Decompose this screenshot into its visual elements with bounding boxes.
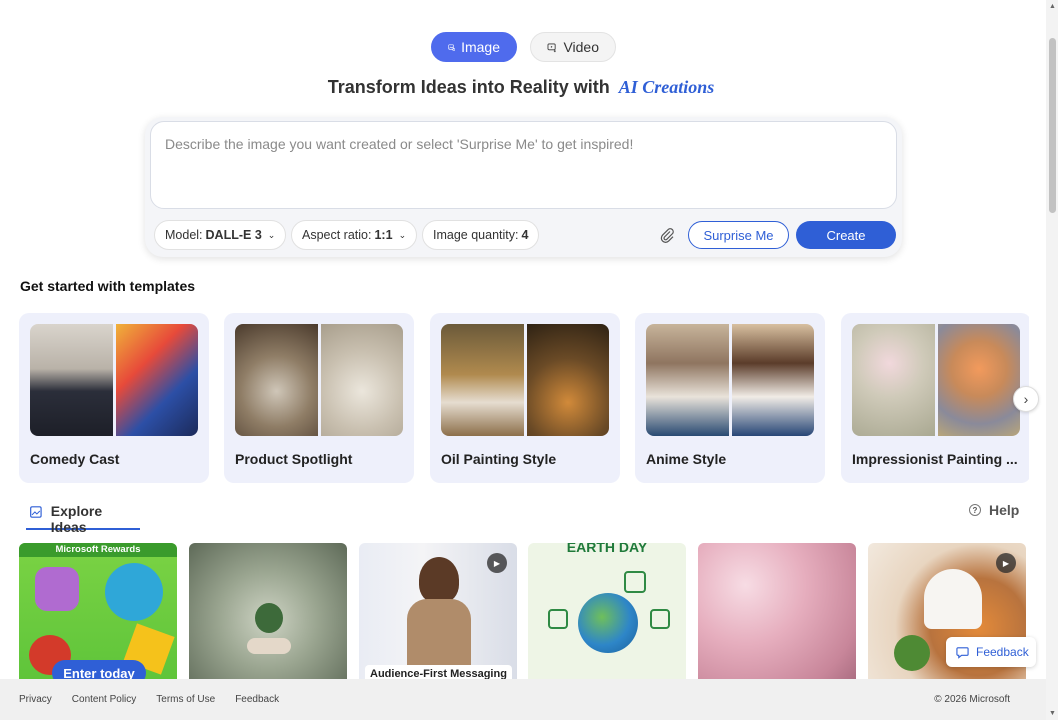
idea-caption: EARTH DAY bbox=[566, 543, 648, 555]
templates-title: Get started with templates bbox=[20, 278, 196, 294]
question-icon: ? bbox=[969, 504, 981, 516]
idea-card-audience-messaging[interactable]: ▶ Audience-First Messaging bbox=[359, 543, 517, 679]
idea-card-tree-hands[interactable] bbox=[189, 543, 347, 679]
template-preview bbox=[852, 324, 1020, 436]
feedback-button[interactable]: Feedback bbox=[946, 637, 1036, 667]
chevron-right-icon: › bbox=[1023, 391, 1029, 407]
play-icon: ▶ bbox=[487, 553, 507, 573]
template-card-anime-style[interactable]: Anime Style bbox=[635, 313, 825, 483]
chat-icon bbox=[956, 646, 969, 659]
headline-accent: AI Creations bbox=[618, 77, 715, 97]
idea-card-rewards[interactable]: Microsoft Rewards Enter today bbox=[19, 543, 177, 679]
template-label: Oil Painting Style bbox=[441, 451, 557, 467]
help-label: Help bbox=[989, 502, 1020, 518]
presenter-body bbox=[407, 599, 471, 669]
tab-explore-ideas[interactable]: Explore Ideas bbox=[26, 503, 140, 535]
model-label: Model: bbox=[165, 228, 203, 242]
video-mode-label: Video bbox=[563, 39, 599, 55]
recycle-bag-icon bbox=[624, 571, 646, 593]
chevron-down-icon: ⌄ bbox=[267, 229, 276, 240]
aspect-ratio-value: 1:1 bbox=[374, 228, 393, 242]
carousel-next-button[interactable]: › bbox=[1013, 386, 1039, 412]
aspect-ratio-selector[interactable]: Aspect ratio: 1:1 ⌄ bbox=[291, 220, 418, 250]
image-mode-button[interactable]: Image bbox=[431, 32, 517, 62]
page-headline: Transform Ideas into Reality with AI Cre… bbox=[0, 77, 1042, 98]
idea-card-earth-day[interactable]: EARTH DAY bbox=[528, 543, 686, 679]
image-quantity-value: 4 bbox=[521, 228, 529, 242]
chevron-down-icon: ⌄ bbox=[398, 229, 407, 240]
model-value: DALL-E 3 bbox=[205, 228, 262, 242]
image-quantity-label: Image quantity: bbox=[433, 228, 519, 242]
hands-graphic bbox=[247, 638, 291, 654]
page-scrollbar[interactable]: ▲ ▼ bbox=[1046, 0, 1058, 720]
recycle-bag-icon bbox=[650, 609, 670, 629]
create-button[interactable]: Create bbox=[796, 221, 896, 249]
idea-card-cherry-blossom[interactable] bbox=[698, 543, 856, 679]
scroll-up-icon[interactable]: ▲ bbox=[1049, 3, 1056, 10]
video-mode-button[interactable]: Video bbox=[530, 32, 616, 62]
template-label: Comedy Cast bbox=[30, 451, 120, 467]
ideas-grid: Microsoft Rewards Enter today ▶ Audience… bbox=[19, 543, 1029, 679]
prompt-input[interactable]: Describe the image you want created or s… bbox=[150, 121, 897, 209]
surprise-me-button[interactable]: Surprise Me bbox=[688, 221, 789, 249]
idea-caption: Audience-First Messaging bbox=[365, 665, 512, 679]
tab-label: Explore Ideas bbox=[50, 503, 103, 535]
rewards-banner: Microsoft Rewards bbox=[19, 543, 177, 557]
earbuds-graphic bbox=[35, 567, 79, 611]
help-button[interactable]: ? Help bbox=[969, 502, 1019, 518]
feedback-label: Feedback bbox=[976, 645, 1029, 659]
attach-icon[interactable] bbox=[659, 227, 675, 243]
footer-links: Privacy Content Policy Terms of Use Feed… bbox=[0, 694, 299, 705]
image-icon bbox=[30, 506, 42, 518]
tree-graphic bbox=[255, 603, 283, 633]
chef-hat-graphic bbox=[924, 569, 982, 629]
template-preview bbox=[646, 324, 814, 436]
enter-today-button[interactable]: Enter today bbox=[52, 660, 146, 679]
recycle-bag-icon bbox=[548, 609, 568, 629]
model-selector[interactable]: Model: DALL-E 3 ⌄ bbox=[154, 220, 287, 250]
flower-graphic bbox=[105, 563, 163, 621]
video-icon bbox=[547, 42, 556, 52]
template-card-comedy-cast[interactable]: Comedy Cast bbox=[19, 313, 209, 483]
template-card-oil-painting[interactable]: Oil Painting Style bbox=[430, 313, 620, 483]
headline-text: Transform Ideas into Reality with bbox=[327, 77, 610, 97]
globe-graphic bbox=[578, 593, 638, 653]
image-mode-label: Image bbox=[461, 39, 500, 55]
template-label: Product Spotlight bbox=[235, 451, 353, 467]
template-label: Anime Style bbox=[646, 451, 727, 467]
footer-link-terms[interactable]: Terms of Use bbox=[156, 694, 215, 705]
template-preview bbox=[30, 324, 198, 436]
mode-toggle: Image Video bbox=[431, 32, 616, 62]
copyright: © 2026 Microsoft bbox=[934, 694, 1010, 705]
image-icon bbox=[448, 44, 456, 51]
footer-link-content-policy[interactable]: Content Policy bbox=[72, 694, 136, 705]
herb-graphic bbox=[894, 635, 930, 671]
template-card-impressionist[interactable]: Impressionist Painting ... bbox=[841, 313, 1029, 483]
scrollbar-thumb[interactable] bbox=[1049, 38, 1056, 213]
prompt-placeholder: Describe the image you want created or s… bbox=[165, 136, 634, 152]
presenter-hair bbox=[419, 557, 459, 603]
play-icon: ▶ bbox=[996, 553, 1016, 573]
aspect-ratio-label: Aspect ratio: bbox=[302, 228, 372, 242]
template-preview bbox=[235, 324, 403, 436]
footer-link-privacy[interactable]: Privacy bbox=[19, 694, 52, 705]
prompt-card: Describe the image you want created or s… bbox=[145, 117, 902, 257]
footer: Privacy Content Policy Terms of Use Feed… bbox=[0, 679, 1046, 720]
image-quantity-selector[interactable]: Image quantity: 4 bbox=[422, 220, 540, 250]
template-card-product-spotlight[interactable]: Product Spotlight bbox=[224, 313, 414, 483]
template-preview bbox=[441, 324, 609, 436]
footer-link-feedback[interactable]: Feedback bbox=[235, 694, 279, 705]
scroll-down-icon[interactable]: ▼ bbox=[1049, 710, 1056, 717]
template-label: Impressionist Painting ... bbox=[852, 451, 1018, 467]
templates-carousel: Comedy Cast Product Spotlight Oil Painti… bbox=[19, 313, 1029, 483]
